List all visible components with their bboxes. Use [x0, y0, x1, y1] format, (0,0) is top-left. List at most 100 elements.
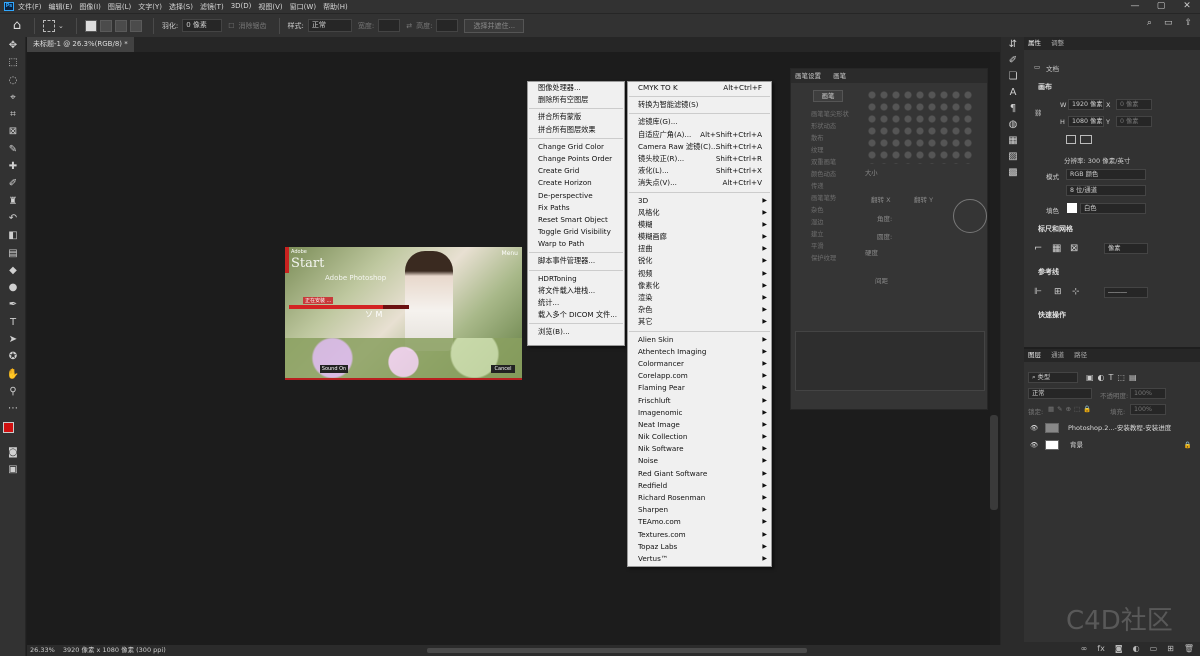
fill-swatch[interactable] [1067, 203, 1077, 213]
brush-option[interactable]: 平滑 [799, 241, 859, 253]
rulers-grids-section-header[interactable]: 标尺和网格 [1024, 223, 1073, 236]
menu-item[interactable]: 将文件载入堆栈... [528, 285, 624, 297]
share-icon[interactable]: ⇪ [1184, 18, 1192, 28]
menu-item[interactable]: 杂色 ▶ [628, 304, 771, 316]
intersect-selection-icon[interactable] [129, 19, 142, 32]
brush-option[interactable]: 形状动态 [799, 121, 859, 133]
menu-item[interactable]: Topaz Labs ▶ [628, 541, 771, 553]
menu-item[interactable]: 选择(S) [169, 2, 193, 12]
new-selection-icon[interactable] [84, 19, 97, 32]
guides-grid-icon[interactable]: ⊠ [1070, 243, 1078, 254]
height-input[interactable] [436, 19, 459, 32]
brush-option[interactable]: 建立 [799, 229, 859, 241]
move-tool-icon[interactable]: ✥ [0, 37, 26, 54]
menu-item[interactable]: Camera Raw 滤镜(C)... Shift+Ctrl+A [628, 141, 771, 153]
healing-brush-tool-icon[interactable]: ✚ [0, 158, 26, 175]
menu-item[interactable]: Alien Skin ▶ [628, 334, 771, 346]
history-icon[interactable]: ⇵ [1001, 37, 1025, 53]
eye-icon[interactable]: 👁 [1030, 421, 1038, 435]
menu-item[interactable]: 视图(V) [258, 2, 282, 12]
tab-layers[interactable]: 图层 [1028, 351, 1041, 359]
menu-item[interactable]: 风格化 ▶ [628, 207, 771, 219]
brush-tip-grid[interactable] [866, 89, 976, 164]
mode-select[interactable]: RGB 颜色 [1066, 169, 1146, 180]
antialias-checkbox[interactable]: ☐ [228, 22, 234, 30]
menu-item[interactable]: 图层(L) [108, 2, 131, 12]
menu-item[interactable]: Textures.com ▶ [628, 529, 771, 541]
menu-item[interactable]: 3D(D) [231, 2, 252, 12]
menu-item[interactable]: 3D ▶ [628, 195, 771, 207]
crop-tool-icon[interactable]: ⌗ [0, 106, 26, 123]
layer-filter-icons[interactable]: ▣◐T⬚▤ [1086, 373, 1141, 382]
menu-item[interactable]: 扭曲 ▶ [628, 243, 771, 255]
menu-item[interactable]: 其它 ▶ [628, 316, 771, 328]
cancel-button[interactable]: Cancel [491, 365, 515, 373]
menu-item[interactable]: Red Giant Software ▶ [628, 468, 771, 480]
link-icon[interactable]: ⛓ [1034, 109, 1042, 117]
orientation-portrait-icon[interactable] [1066, 135, 1076, 144]
fill-input[interactable]: 100% [1130, 404, 1166, 415]
brush-option[interactable]: 传递 [799, 181, 859, 193]
menu-item[interactable]: CMYK TO K Alt+Ctrl+F [628, 82, 771, 94]
menu-item[interactable]: Create Grid [528, 165, 624, 177]
menu-item[interactable]: 帮助(H) [323, 2, 348, 12]
menu-item[interactable]: Warp to Path [528, 238, 624, 250]
canvas-y-input[interactable]: 0 像素 [1116, 116, 1152, 127]
subtract-selection-icon[interactable] [114, 19, 127, 32]
feather-input[interactable]: 0 像素 [182, 19, 223, 32]
add-selection-icon[interactable] [99, 19, 112, 32]
menu-item[interactable]: Toggle Grid Visibility [528, 226, 624, 238]
menu-item[interactable]: Neat Image ▶ [628, 419, 771, 431]
menu-item[interactable]: 模糊 ▶ [628, 219, 771, 231]
swap-icon[interactable]: ⇄ [406, 22, 412, 30]
document-tab[interactable]: 未标题-1 @ 26.3%(RGB/8) * [27, 37, 134, 52]
menu-item[interactable]: 编辑(E) [49, 2, 73, 12]
flip-y-label[interactable]: 翻转 Y [914, 194, 933, 204]
swatches-icon[interactable]: ▦ [1001, 133, 1025, 149]
pen-tool-icon[interactable]: ✒ [0, 296, 26, 313]
menu-item[interactable]: Imagenomic ▶ [628, 407, 771, 419]
brush-preset-button[interactable]: 画笔 [813, 90, 843, 102]
paragraph-icon[interactable]: ¶ [1001, 101, 1025, 117]
zoom-tool-icon[interactable]: ⚲ [0, 383, 26, 400]
marquee-tool-icon[interactable]: ⬚ [0, 54, 26, 71]
history-brush-tool-icon[interactable]: ↶ [0, 210, 26, 227]
screen-mode-icon[interactable]: ▣ [0, 461, 26, 478]
menu-item[interactable]: 镜头校正(R)... Shift+Ctrl+R [628, 153, 771, 165]
clone-stamp-tool-icon[interactable]: ♜ [0, 193, 26, 210]
distribute-guides-icon[interactable]: ⊞ [1054, 287, 1062, 297]
dodge-tool-icon[interactable]: ● [0, 279, 26, 296]
style-select[interactable]: 正常 [307, 19, 352, 32]
menu-item[interactable]: 图像处理器... [528, 82, 624, 94]
marquee-dropdown-icon[interactable]: ⌄ [58, 22, 64, 30]
menu-item[interactable]: 载入多个 DICOM 文件... [528, 309, 624, 321]
menu-item[interactable]: 统计... [528, 297, 624, 309]
canvas-x-input[interactable]: 0 像素 [1116, 99, 1152, 110]
layer-comps-icon[interactable]: ❏ [1001, 69, 1025, 85]
brush-option[interactable]: 杂色 [799, 205, 859, 217]
quick-actions-section-header[interactable]: 快速操作 [1024, 309, 1066, 322]
flip-x-label[interactable]: 翻转 X [871, 194, 891, 204]
menu-item[interactable]: Nik Collection ▶ [628, 431, 771, 443]
vertical-scrollbar[interactable] [990, 415, 998, 510]
fx-icon[interactable]: fx [1097, 642, 1105, 656]
menu-item[interactable]: 液化(L)... Shift+Ctrl+X [628, 165, 771, 177]
menu-item[interactable]: Richard Rosenman ▶ [628, 492, 771, 504]
frame-tool-icon[interactable]: ⊠ [0, 123, 26, 140]
search-icon[interactable]: ⌕ [1147, 18, 1152, 28]
opacity-input[interactable]: 100% [1130, 388, 1166, 399]
tab-paths[interactable]: 路径 [1074, 351, 1087, 359]
horizontal-scrollbar[interactable] [427, 648, 807, 653]
blend-mode-select[interactable]: 正常 [1028, 388, 1092, 399]
tab-properties[interactable]: 属性 [1028, 39, 1041, 47]
eye-icon[interactable]: 👁 [1030, 438, 1038, 452]
sound-on-button[interactable]: Sound On [320, 365, 348, 373]
gradients-icon[interactable]: ▨ [1001, 149, 1025, 165]
menu-item[interactable]: 自适应广角(A)... Alt+Shift+Ctrl+A [628, 129, 771, 141]
brush-option[interactable]: 颜色动态 [799, 169, 859, 181]
menu-item[interactable]: 转换为智能滤镜(S) [628, 99, 771, 111]
document-info[interactable]: 3920 像素 x 1080 像素 (300 ppi) [63, 646, 166, 654]
align-guides-icon[interactable]: ⊩ [1034, 287, 1042, 297]
shape-tool-icon[interactable]: ✪ [0, 348, 26, 365]
brush-option[interactable]: 画笔笔势 [799, 193, 859, 205]
